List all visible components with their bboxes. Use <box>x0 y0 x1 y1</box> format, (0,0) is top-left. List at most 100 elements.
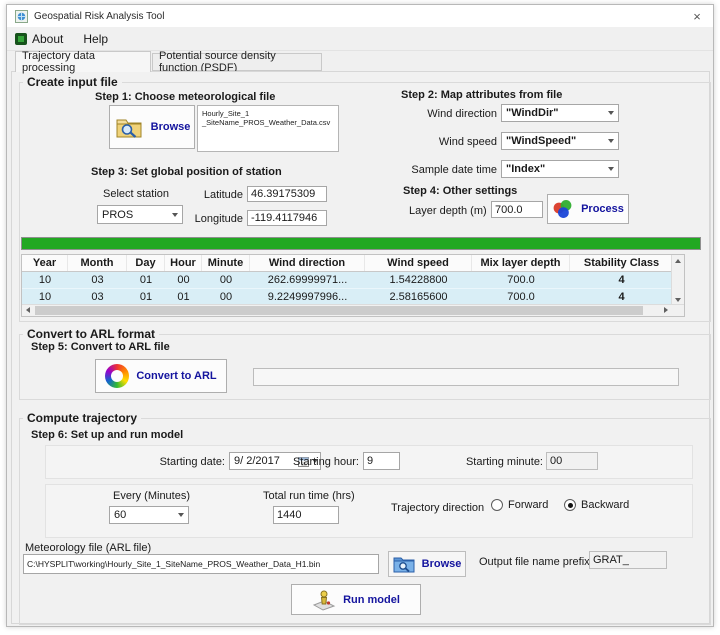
tab-psdf[interactable]: Potential source density function (PSDF) <box>152 53 322 71</box>
col-minute[interactable]: Minute <box>202 255 250 271</box>
met-file-name-box[interactable]: Hourly_Site_1 _SiteName_PROS_Weather_Dat… <box>197 105 339 152</box>
met-arl-file-label: Meteorology file (ARL file) <box>25 542 151 554</box>
grid-header-row: Year Month Day Hour Minute Wind directio… <box>22 255 673 272</box>
col-wind-spd[interactable]: Wind speed <box>365 255 472 271</box>
wind-direction-select[interactable]: "WindDir" <box>501 104 619 122</box>
met-arl-file-field[interactable]: C:\HYSPLIT\working\Hourly_Site_1_SiteNam… <box>23 554 379 574</box>
step3-title: Step 3: Set global position of station <box>91 166 282 178</box>
layer-depth-field[interactable]: 700.0 <box>491 201 543 218</box>
cell: 10 <box>22 272 68 288</box>
convert-heading: Convert to ARL format <box>23 327 159 341</box>
process-label: Process <box>581 203 624 215</box>
starting-date-label: Starting date: <box>93 456 225 468</box>
cell: 03 <box>68 272 127 288</box>
convert-to-arl-label: Convert to ARL <box>136 370 216 382</box>
grid-row-1[interactable]: 10 03 01 00 00 262.69999971... 1.5422880… <box>22 272 673 289</box>
scroll-up-icon <box>675 259 681 263</box>
close-button[interactable]: × <box>681 5 713 27</box>
total-run-time-label: Total run time (hrs) <box>263 490 355 502</box>
scroll-left-icon <box>26 307 30 313</box>
sample-date-select[interactable]: "Index" <box>501 160 619 178</box>
every-minutes-select[interactable]: 60 <box>109 506 189 524</box>
step2-title: Step 2: Map attributes from file <box>401 89 562 101</box>
met-arl-file-value: C:\HYSPLIT\working\Hourly_Site_1_SiteNam… <box>27 559 320 569</box>
every-minutes-value: 60 <box>114 509 126 521</box>
cell: 9.2249997996... <box>250 289 365 305</box>
wind-speed-select[interactable]: "WindSpeed" <box>501 132 619 150</box>
scrollbar-thumb[interactable] <box>35 306 643 315</box>
browse-label: Browse <box>422 558 462 570</box>
forward-radio[interactable]: Forward <box>491 499 548 511</box>
process-button[interactable]: Process <box>547 194 629 224</box>
col-mix-depth[interactable]: Mix layer depth <box>472 255 570 271</box>
starting-hour-field[interactable]: 9 <box>363 452 400 470</box>
col-wind-dir[interactable]: Wind direction <box>250 255 365 271</box>
step5-title: Step 5: Convert to ARL file <box>31 341 170 353</box>
longitude-field[interactable]: -119.4117946 <box>247 210 327 226</box>
compute-heading: Compute trajectory <box>23 411 141 425</box>
cell: 10 <box>22 289 68 305</box>
cell: 4 <box>570 289 673 305</box>
total-run-time-field[interactable]: 1440 <box>273 506 339 524</box>
col-hour[interactable]: Hour <box>165 255 202 271</box>
starting-minute-value: 00 <box>550 455 562 467</box>
forward-label: Forward <box>508 499 548 511</box>
output-prefix-field[interactable]: GRAT_ <box>589 551 667 569</box>
menu-help[interactable]: Help <box>73 27 118 50</box>
browse-met-file-button[interactable]: Browse <box>109 105 195 149</box>
folder-search-icon <box>114 114 144 140</box>
cell: 03 <box>68 289 127 305</box>
starting-minute-field[interactable]: 00 <box>546 452 598 470</box>
cell: 00 <box>202 289 250 305</box>
app-icon <box>15 10 28 23</box>
chevron-down-icon <box>608 111 614 115</box>
rgb-spheres-icon <box>552 199 574 219</box>
cell: 00 <box>165 272 202 288</box>
starting-minute-label: Starting minute: <box>433 456 543 468</box>
convert-progress-bar <box>253 368 679 386</box>
cell: 262.69999971... <box>250 272 365 288</box>
tab-label: Trajectory data processing <box>22 50 144 74</box>
horizontal-scrollbar[interactable] <box>22 304 684 316</box>
wind-direction-value: "WindDir" <box>506 107 559 119</box>
output-prefix-label: Output file name prefix <box>479 556 590 568</box>
cell: 00 <box>202 272 250 288</box>
wind-direction-label: Wind direction <box>403 108 497 120</box>
backward-label: Backward <box>581 499 629 511</box>
create-input-heading: Create input file <box>23 75 122 89</box>
menu-help-label: Help <box>83 32 108 46</box>
layer-depth-value: 700.0 <box>495 204 523 216</box>
title-bar: Geospatial Risk Analysis Tool × <box>7 5 713 27</box>
col-day[interactable]: Day <box>127 255 165 271</box>
output-prefix-value: GRAT_ <box>593 554 629 566</box>
menu-about[interactable]: About <box>7 27 73 50</box>
file-name-line2: _SiteName_PROS_Weather_Data.csv <box>202 118 330 127</box>
latitude-field[interactable]: 46.39175309 <box>247 186 327 202</box>
col-month[interactable]: Month <box>68 255 127 271</box>
col-stability[interactable]: Stability Class <box>570 255 673 271</box>
every-minutes-label: Every (Minutes) <box>113 490 190 502</box>
tab-trajectory-data-processing[interactable]: Trajectory data processing <box>15 51 151 72</box>
load-progress-bar <box>21 237 701 250</box>
layer-depth-label: Layer depth (m) <box>409 205 487 217</box>
station-value: PROS <box>102 209 133 221</box>
file-name-line1: Hourly_Site_1 <box>202 109 330 118</box>
backward-radio[interactable]: Backward <box>564 499 629 511</box>
chevron-down-icon <box>608 139 614 143</box>
browse-arl-button[interactable]: Browse <box>388 551 466 577</box>
cell: 01 <box>165 289 202 305</box>
col-year[interactable]: Year <box>22 255 68 271</box>
folder-search-icon <box>393 555 415 573</box>
radio-icon <box>491 499 503 511</box>
vertical-scrollbar[interactable] <box>671 255 684 306</box>
cell: 1.54228800 <box>365 272 472 288</box>
total-run-time-value: 1440 <box>277 509 301 521</box>
cell: 700.0 <box>472 272 570 288</box>
scroll-right-icon <box>664 307 668 313</box>
cell: 4 <box>570 272 673 288</box>
weather-data-grid: Year Month Day Hour Minute Wind directio… <box>21 254 685 317</box>
app-window: Geospatial Risk Analysis Tool × About He… <box>6 4 714 627</box>
window-title: Geospatial Risk Analysis Tool <box>34 11 164 22</box>
run-model-button[interactable]: Run model <box>291 584 421 615</box>
convert-to-arl-button[interactable]: Convert to ARL <box>95 359 227 393</box>
